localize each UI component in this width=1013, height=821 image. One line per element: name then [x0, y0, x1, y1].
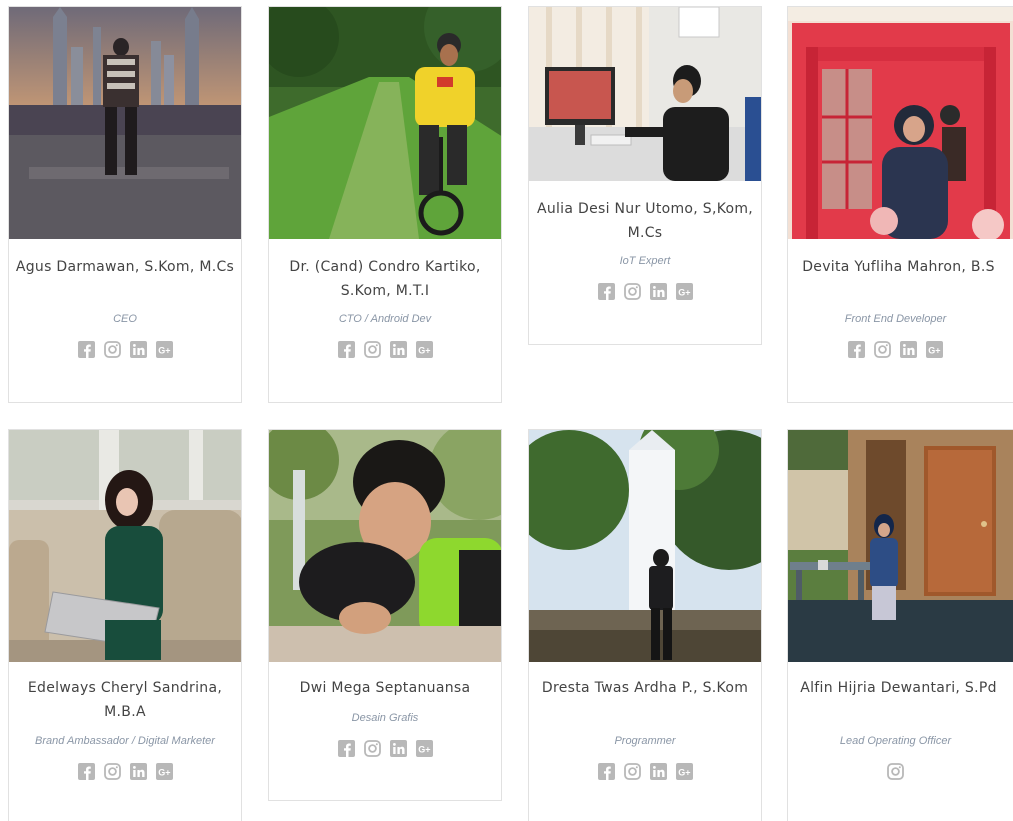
team-photo	[269, 430, 501, 662]
social-links: G+	[9, 763, 241, 780]
linkedin-icon[interactable]	[129, 341, 147, 358]
member-name: Devita Yufliha Mahron, B.S	[802, 259, 995, 275]
team-photo	[529, 430, 761, 662]
facebook-icon[interactable]	[77, 341, 95, 358]
svg-text:G+: G+	[418, 744, 430, 754]
member-name: Alfin Hijria Dewantari, S.Pd	[800, 680, 997, 696]
instagram-icon[interactable]	[363, 740, 381, 757]
instagram-icon[interactable]	[623, 763, 641, 780]
facebook-icon[interactable]	[597, 763, 615, 780]
linkedin-icon[interactable]	[389, 740, 407, 757]
team-photo	[9, 7, 241, 239]
member-name: Edelways Cheryl Sandrina, M.B.A	[27, 680, 223, 720]
social-links: G+	[788, 341, 1003, 358]
svg-text:G+: G+	[678, 767, 690, 777]
team-photo	[788, 7, 1013, 239]
facebook-icon[interactable]	[848, 341, 865, 358]
member-role: CTO / Android Dev	[338, 313, 432, 325]
facebook-icon[interactable]	[337, 341, 355, 358]
instagram-icon[interactable]	[363, 341, 381, 358]
linkedin-icon[interactable]	[649, 763, 667, 780]
team-card: Dr. (Cand) Condro Kartiko, S.Kom, M.T.I …	[268, 6, 502, 403]
member-role: Programmer	[614, 735, 676, 747]
social-links: G+	[529, 763, 761, 780]
instagram-icon[interactable]	[103, 341, 121, 358]
svg-text:G+: G+	[678, 287, 690, 297]
facebook-icon[interactable]	[337, 740, 355, 757]
member-role: CEO	[113, 313, 137, 325]
instagram-icon[interactable]	[103, 763, 121, 780]
member-role: IoT Expert	[619, 255, 671, 267]
google-plus-icon[interactable]: G+	[675, 763, 693, 780]
facebook-icon[interactable]	[597, 283, 615, 300]
google-plus-icon[interactable]: G+	[675, 283, 693, 300]
linkedin-icon[interactable]	[129, 763, 147, 780]
social-links: G+	[529, 283, 761, 300]
linkedin-icon[interactable]	[900, 341, 917, 358]
team-photo	[529, 7, 761, 181]
social-links: G+	[269, 341, 501, 358]
member-name: Dresta Twas Ardha P., S.Kom	[541, 680, 749, 696]
linkedin-icon[interactable]	[649, 283, 667, 300]
google-plus-icon[interactable]: G+	[926, 341, 943, 358]
team-card: Dresta Twas Ardha P., S.Kom Programmer G…	[528, 429, 762, 821]
member-name: Agus Darmawan, S.Kom, M.Cs	[15, 259, 235, 275]
member-name: Dwi Mega Septanuansa	[299, 680, 471, 696]
member-role: Lead Operating Officer	[839, 735, 952, 747]
team-card: Devita Yufliha Mahron, B.S Front End Dev…	[787, 6, 1013, 403]
member-name: Aulia Desi Nur Utomo, S,Kom, M.Cs	[536, 201, 754, 241]
google-plus-icon[interactable]: G+	[415, 341, 433, 358]
svg-text:G+: G+	[418, 345, 430, 355]
team-photo	[9, 430, 241, 662]
member-role: Brand Ambassador / Digital Marketer	[35, 735, 215, 747]
facebook-icon[interactable]	[77, 763, 95, 780]
team-card: Edelways Cheryl Sandrina, M.B.A Brand Am…	[8, 429, 242, 821]
social-links	[788, 763, 1003, 780]
instagram-icon[interactable]	[874, 341, 891, 358]
svg-text:G+: G+	[158, 767, 170, 777]
member-name: Dr. (Cand) Condro Kartiko, S.Kom, M.T.I	[289, 259, 481, 299]
team-photo	[269, 7, 501, 239]
member-role: Desain Grafis	[351, 712, 419, 724]
member-role: Front End Developer	[844, 313, 947, 325]
google-plus-icon[interactable]: G+	[415, 740, 433, 757]
google-plus-icon[interactable]: G+	[155, 763, 173, 780]
google-plus-icon[interactable]: G+	[155, 341, 173, 358]
team-card: Dwi Mega Septanuansa Desain Grafis G+	[268, 429, 502, 801]
svg-text:G+: G+	[928, 345, 940, 355]
svg-text:G+: G+	[158, 345, 170, 355]
team-card: Aulia Desi Nur Utomo, S,Kom, M.Cs IoT Ex…	[528, 6, 762, 345]
social-links: G+	[269, 740, 501, 757]
team-photo	[788, 430, 1013, 662]
team-card: Alfin Hijria Dewantari, S.Pd Lead Operat…	[787, 429, 1013, 821]
linkedin-icon[interactable]	[389, 341, 407, 358]
instagram-icon[interactable]	[623, 283, 641, 300]
instagram-icon[interactable]	[887, 763, 904, 780]
social-links: G+	[9, 341, 241, 358]
team-card: Agus Darmawan, S.Kom, M.Cs CEO G+	[8, 6, 242, 403]
